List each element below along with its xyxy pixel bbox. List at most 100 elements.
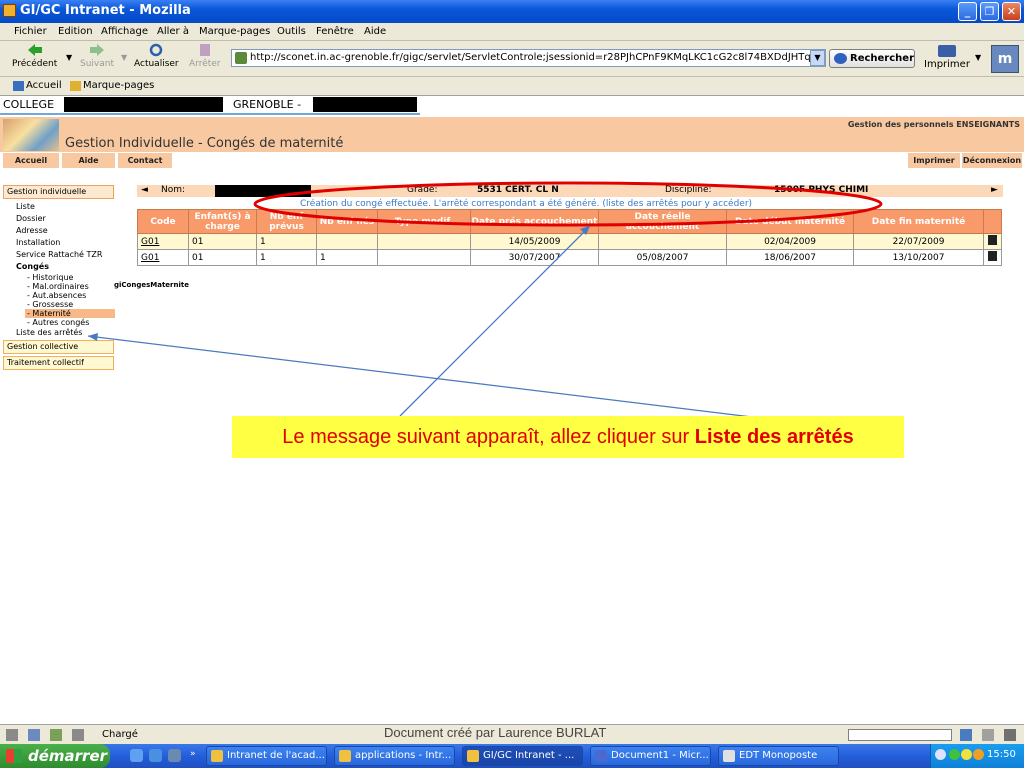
top-tabs: Accueil Aide Contact Imprimer Déconnexio…	[0, 153, 1024, 169]
next-agent-icon[interactable]: ►	[991, 185, 998, 195]
status-addressbook-icon[interactable]	[72, 729, 84, 741]
task-label: EDT Monoposte	[739, 750, 818, 761]
cell-date-fin: 13/10/2007	[853, 249, 984, 266]
quicklaunch-browser-icon[interactable]	[130, 749, 143, 762]
stop-button[interactable]: Arrêter	[189, 43, 221, 69]
prev-agent-icon[interactable]: ◄	[141, 185, 148, 195]
tab-contact[interactable]: Contact	[118, 153, 172, 168]
menu-edition[interactable]: Edition	[58, 26, 93, 37]
task-edt-monoposte[interactable]: EDT Monoposte	[718, 746, 839, 766]
back-button[interactable]: Précédent	[12, 43, 57, 69]
status-composer-icon[interactable]	[50, 729, 62, 741]
cell-code-link[interactable]: G01	[137, 233, 189, 250]
sidebar-item-autres-conges[interactable]: - Autres congés	[27, 318, 89, 327]
nom-label: Nom:	[161, 185, 186, 195]
tray-network-icon[interactable]	[949, 749, 960, 760]
tab-accueil[interactable]: Accueil	[3, 153, 59, 168]
reload-label: Actualiser	[134, 59, 179, 69]
bookmark-accueil[interactable]: Accueil	[26, 80, 62, 91]
cell-date-pres: 30/07/2007	[470, 249, 599, 266]
status-mail-icon[interactable]	[28, 729, 40, 741]
sidebar-item-liste-arretes[interactable]: Liste des arrêtés	[16, 328, 82, 337]
url-text: http://sconet.in.ac-grenoble.fr/gigc/ser…	[250, 52, 826, 63]
task-intranet[interactable]: Intranet de l'acad...	[206, 746, 327, 766]
maximize-button[interactable]: ❐	[980, 2, 999, 21]
col-date-fin: Date fin maternité	[853, 209, 984, 234]
forward-button[interactable]: Suivant	[80, 43, 114, 69]
col-date-pres: Date prés accouchement	[470, 209, 599, 234]
task-word-document[interactable]: Document1 - Micr...	[590, 746, 711, 766]
menu-aller[interactable]: Aller à	[157, 26, 189, 37]
task-mozilla-icon	[211, 750, 223, 762]
task-applications[interactable]: applications - Intr...	[334, 746, 455, 766]
trash-icon[interactable]	[988, 251, 997, 261]
bookmark-marque-pages[interactable]: Marque-pages	[83, 80, 154, 91]
window-titlebar[interactable]: GI/GC Intranet - Mozilla _ ❐ ✕	[0, 0, 1024, 23]
menu-marque-pages[interactable]: Marque-pages	[199, 26, 270, 37]
print-button[interactable]: Imprimer	[924, 45, 970, 70]
sidebar-section-collective[interactable]: Gestion collective	[3, 340, 114, 354]
sidebar-item-grossesse[interactable]: - Grossesse	[27, 300, 73, 309]
quicklaunch-desktop-icon[interactable]	[168, 749, 181, 762]
tab-aide[interactable]: Aide	[62, 153, 115, 168]
menu-affichage[interactable]: Affichage	[101, 26, 148, 37]
success-message[interactable]: Création du congé effectuée. L'arrêté co…	[300, 199, 752, 209]
menu-fenetre[interactable]: Fenêtre	[316, 26, 354, 37]
callout-highlight: Liste des arrêtés	[694, 426, 854, 448]
agent-info-bar: ◄ Nom: Grade: 5531 CERT. CL N Discipline…	[137, 185, 1003, 197]
tab-deconnexion[interactable]: Déconnexion	[962, 153, 1022, 168]
start-button[interactable]: démarrer	[0, 744, 110, 768]
sidebar-item-dossier[interactable]: Dossier	[16, 214, 46, 223]
table-row: G01 01 1 1 30/07/2007 05/08/2007 18/06/2…	[137, 249, 1002, 266]
resize-grip-icon[interactable]	[1004, 729, 1016, 741]
cell-nb-nes: 1	[316, 249, 378, 266]
home-icon	[13, 81, 24, 91]
sidebar-section-individuelle[interactable]: Gestion individuelle	[3, 185, 114, 199]
sidebar-item-installation[interactable]: Installation	[16, 238, 60, 247]
url-input[interactable]: http://sconet.in.ac-grenoble.fr/gigc/ser…	[231, 49, 826, 67]
quicklaunch-ie-icon[interactable]	[149, 749, 162, 762]
close-button[interactable]: ✕	[1002, 2, 1021, 21]
cell-enfants: 01	[188, 233, 257, 250]
sidebar-item-mal-ordinaires[interactable]: - Mal.ordinaires	[27, 282, 89, 291]
sidebar-item-adresse[interactable]: Adresse	[16, 226, 48, 235]
search-button[interactable]: Rechercher	[829, 49, 915, 68]
task-mozilla-icon	[339, 750, 351, 762]
sidebar-section-traitement[interactable]: Traitement collectif	[3, 356, 114, 370]
sidebar-item-tzr[interactable]: Service Rattaché TZR	[16, 250, 102, 259]
url-dropdown-icon[interactable]: ▼	[810, 50, 825, 66]
tab-imprimer[interactable]: Imprimer	[908, 153, 960, 168]
cell-date-debut: 02/04/2009	[726, 233, 854, 250]
menu-bar: Fichier Edition Affichage Aller à Marque…	[0, 23, 1024, 41]
minimize-button[interactable]: _	[958, 2, 977, 21]
connection-icon	[960, 729, 972, 741]
sidebar-item-conges[interactable]: Congés	[16, 262, 49, 271]
trash-icon[interactable]	[988, 235, 997, 245]
tray-user-icon[interactable]	[961, 749, 972, 760]
document-credit: Document créé par Laurence BURLAT	[384, 725, 607, 740]
cell-code-link[interactable]: G01	[137, 249, 189, 266]
sidebar-item-historique[interactable]: - Historique	[27, 273, 73, 282]
menu-fichier[interactable]: Fichier	[14, 26, 47, 37]
task-gigc-intranet[interactable]: GI/GC Intranet - ...	[462, 746, 583, 766]
sidebar-item-liste[interactable]: Liste	[16, 202, 35, 211]
col-enfants: Enfant(s) à charge	[188, 209, 257, 234]
header-photo	[3, 119, 59, 151]
forward-dropdown-icon[interactable]: ▼	[121, 53, 127, 62]
quicklaunch-more-icon[interactable]: »	[190, 749, 196, 759]
discipline-label: Discipline:	[665, 185, 712, 195]
sidebar-item-maternite[interactable]: - Maternité	[25, 309, 115, 318]
servlet-name: giCongesMaternite	[114, 281, 189, 289]
cell-type-modif	[377, 249, 471, 266]
tray-back-icon[interactable]	[935, 749, 946, 760]
menu-aide[interactable]: Aide	[364, 26, 386, 37]
stop-label: Arrêter	[189, 59, 221, 69]
print-dropdown-icon[interactable]: ▼	[975, 53, 981, 62]
tray-moon-icon[interactable]	[973, 749, 984, 760]
reload-button[interactable]: Actualiser	[134, 43, 179, 69]
back-dropdown-icon[interactable]: ▼	[66, 53, 72, 62]
menu-outils[interactable]: Outils	[277, 26, 306, 37]
task-word-icon	[595, 750, 607, 762]
status-nav-icon[interactable]	[6, 729, 18, 741]
sidebar-item-aut-absences[interactable]: - Aut.absences	[27, 291, 86, 300]
